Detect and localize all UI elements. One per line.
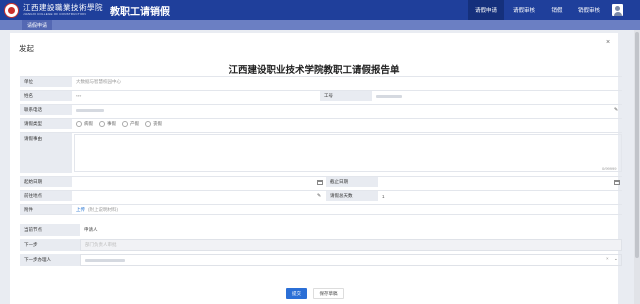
panel-title: 发起	[19, 44, 34, 53]
nav-cancel-review[interactable]: 销假审核	[570, 0, 608, 20]
attachment-label: 附件	[20, 205, 72, 214]
phone-label: 联系电话	[20, 105, 72, 115]
radio-personal-leave[interactable]: 事假	[99, 121, 116, 127]
next-handler-label: 下一步办理人	[20, 254, 80, 266]
submit-button[interactable]: 提交	[286, 288, 307, 299]
destination-label: 前往地点	[20, 191, 72, 201]
row-current-node: 当前节点 申请人	[20, 224, 622, 236]
reason-label: 请假事由	[20, 133, 72, 173]
form-title: 江西建设职业技术学院教职工请假报告单	[228, 65, 400, 76]
current-node-label: 当前节点	[20, 224, 80, 236]
name-label: 姓名	[20, 91, 72, 101]
tab-leave-apply[interactable]: 请假申请	[22, 20, 53, 30]
nav-leave-apply[interactable]: 请假申请	[468, 0, 504, 20]
row-next-step: 下一步 部门负责人审批	[20, 239, 622, 251]
nav-leave-review[interactable]: 请假审核	[506, 0, 542, 20]
start-date-label: 起始日期	[20, 177, 72, 187]
form-panel: 发起 × 江西建设职业技术学院教职工请假报告单 单位 大数据与智慧校园中心 姓名…	[10, 33, 622, 304]
save-draft-button[interactable]: 保存草稿	[313, 288, 344, 299]
chevron-down-icon[interactable]: ⌄	[614, 256, 618, 262]
next-step-label: 下一步	[20, 239, 80, 251]
total-days-label: 请假总天数	[326, 191, 378, 201]
leave-type-label: 请假类型	[20, 119, 72, 129]
attachment-hint: (附上说明材料)	[88, 206, 118, 212]
close-icon[interactable]: ×	[606, 256, 609, 261]
close-icon[interactable]: ×	[606, 39, 610, 46]
reason-textarea[interactable]	[74, 134, 622, 172]
row-next-handler: 下一步办理人 × ⌄	[20, 254, 622, 266]
attachment-area: 上传 (附上说明材料)	[72, 205, 622, 214]
row-name: 姓名 *** 工号	[20, 90, 622, 101]
row-destination: 前往地点 ✎ 请假总天数 1	[20, 190, 622, 201]
row-leave-type: 请假类型 病假 事假 产假 丧假	[20, 118, 622, 129]
department-label: 单位	[20, 77, 72, 87]
reason-char-counter: 0/99999	[602, 166, 617, 171]
staff-id-label: 工号	[320, 91, 372, 101]
radio-maternity-leave[interactable]: 产假	[122, 121, 139, 127]
end-date-label: 截止日期	[326, 177, 378, 187]
destination-input[interactable]	[72, 191, 320, 201]
sub-nav-bar	[0, 20, 640, 30]
start-date-input[interactable]	[72, 177, 320, 187]
logo-english: JIANGXI COLLEGE OF CONSTRUCTION	[23, 11, 86, 16]
row-attachment: 附件 上传 (附上说明材料)	[20, 204, 622, 215]
calendar-icon[interactable]	[317, 180, 323, 185]
leave-type-radios: 病假 事假 产假 丧假	[72, 119, 622, 129]
page-scrollbar[interactable]	[634, 30, 640, 304]
app-title: 教职工请销假	[110, 6, 170, 18]
row-reason: 请假事由 0/99999	[20, 132, 622, 173]
department-value: 大数据与智慧校园中心	[76, 79, 121, 84]
row-dates: 起始日期 截止日期	[20, 176, 622, 187]
logo-chinese: 江西建設職業技術學院	[23, 3, 103, 13]
edit-pen-icon[interactable]: ✎	[317, 193, 321, 199]
calendar-icon[interactable]	[614, 180, 620, 185]
radio-funeral-leave[interactable]: 丧假	[145, 121, 162, 127]
staff-id-value	[372, 91, 622, 101]
next-handler-select[interactable]	[80, 254, 622, 266]
phone-field[interactable]	[72, 105, 622, 115]
total-days-value: 1	[382, 193, 385, 199]
row-department: 单位 大数据与智慧校园中心	[20, 76, 622, 87]
next-step-field: 部门负责人审批	[80, 239, 622, 251]
user-avatar-icon[interactable]	[612, 4, 623, 16]
edit-pen-icon[interactable]: ✎	[614, 107, 618, 113]
radio-sick-leave[interactable]: 病假	[76, 121, 93, 127]
name-value: ***	[76, 93, 82, 99]
nav-cancel-leave[interactable]: 销假	[544, 0, 570, 20]
current-node-value: 申请人	[84, 227, 98, 232]
upload-link[interactable]: 上传	[76, 207, 85, 213]
college-logo: 江西建設職業技術學院 JIANGXI COLLEGE OF CONSTRUCTI…	[0, 0, 103, 20]
row-phone: 联系电话 ✎	[20, 104, 622, 115]
end-date-input[interactable]	[378, 177, 622, 187]
seal-icon	[4, 2, 19, 18]
